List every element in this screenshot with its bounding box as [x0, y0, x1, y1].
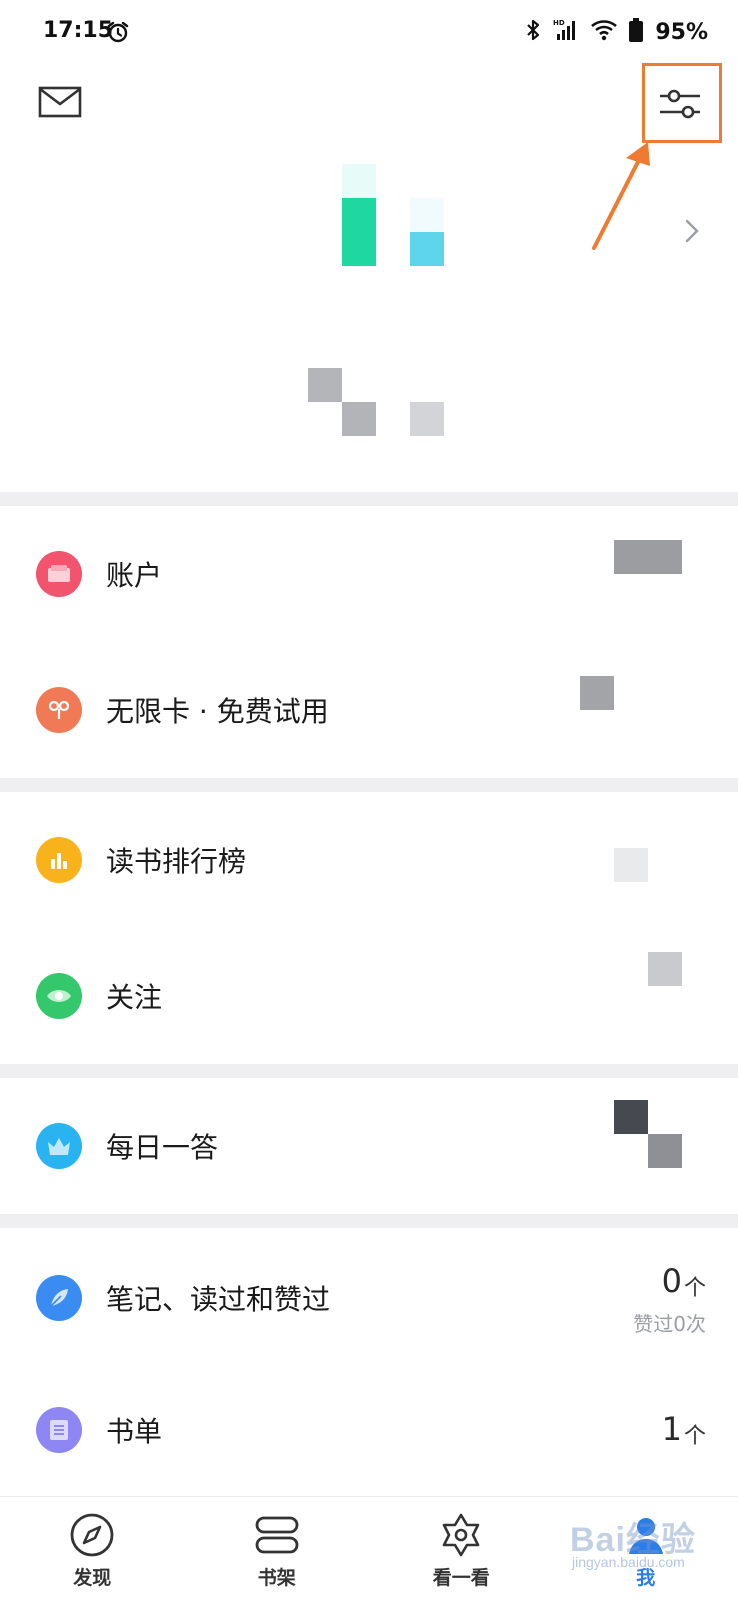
menu-item-booklist[interactable]: 书单 1 个	[0, 1400, 738, 1460]
menu-item-daily-quiz[interactable]: 每日一答	[0, 1100, 738, 1176]
annotation-arrow-icon	[590, 140, 660, 256]
menu-item-notes[interactable]: 笔记、读过和赞过 0 个 赞过0次	[0, 1262, 738, 1336]
chevron-right-icon[interactable]	[684, 218, 700, 248]
menu-item-unlimited-card[interactable]: 无限卡 · 免费试用	[0, 676, 738, 740]
bluetooth-icon	[525, 18, 541, 46]
menu-label: 读书排行榜	[106, 845, 247, 878]
nav-label: 看一看	[432, 1567, 490, 1589]
menu-item-reading-ranking[interactable]: 读书排行榜	[0, 830, 738, 890]
battery-percent: 95%	[655, 19, 708, 45]
svg-text:HD: HD	[553, 19, 565, 27]
hd-signal-icon: HD	[553, 18, 579, 46]
nav-tab-look[interactable]: 看一看	[369, 1497, 554, 1600]
compass-icon	[68, 1511, 116, 1559]
menu-label: 账户	[106, 559, 163, 592]
eye-icon	[36, 973, 82, 1019]
status-bar: 17:15 HD 95%	[0, 0, 738, 64]
menu-label: 书单	[106, 1415, 163, 1448]
nav-tab-discover[interactable]: 发现	[0, 1497, 185, 1600]
infinity-icon	[36, 687, 82, 733]
bookshelf-icon	[253, 1511, 301, 1559]
wallet-icon	[36, 551, 82, 597]
notes-unit: 个	[683, 1276, 706, 1301]
menu-label: 无限卡 · 免费试用	[106, 695, 329, 728]
mail-icon[interactable]	[38, 86, 82, 122]
booklist-count: 1	[661, 1410, 682, 1448]
status-time: 17:15	[43, 18, 114, 43]
alarm-icon	[106, 20, 130, 48]
nav-label: 发现	[73, 1567, 112, 1589]
booklist-unit: 个	[683, 1424, 706, 1449]
wifi-icon	[591, 19, 618, 45]
menu-label: 每日一答	[106, 1131, 219, 1164]
notes-likes-subtitle: 赞过0次	[633, 1312, 706, 1336]
nav-tab-bookshelf[interactable]: 书架	[185, 1497, 370, 1600]
star-look-icon	[437, 1511, 485, 1559]
nav-label: 书架	[257, 1567, 296, 1589]
list-icon	[36, 1407, 82, 1453]
menu-item-account[interactable]: 账户	[0, 540, 738, 604]
section-divider	[0, 1214, 738, 1228]
section-divider	[0, 778, 738, 792]
notes-count: 0	[661, 1262, 682, 1300]
settings-sliders-icon[interactable]	[658, 86, 702, 126]
feather-icon	[36, 1275, 82, 1321]
section-divider	[0, 492, 738, 506]
battery-icon	[629, 18, 644, 46]
watermark-url: jingyan.baidu.com	[572, 1554, 685, 1570]
bar-chart-icon	[36, 837, 82, 883]
section-divider	[0, 1064, 738, 1078]
menu-label: 笔记、读过和赞过	[106, 1283, 331, 1316]
crown-icon	[36, 1123, 82, 1169]
menu-item-follow[interactable]: 关注	[0, 952, 738, 1026]
menu-label: 关注	[106, 981, 163, 1014]
